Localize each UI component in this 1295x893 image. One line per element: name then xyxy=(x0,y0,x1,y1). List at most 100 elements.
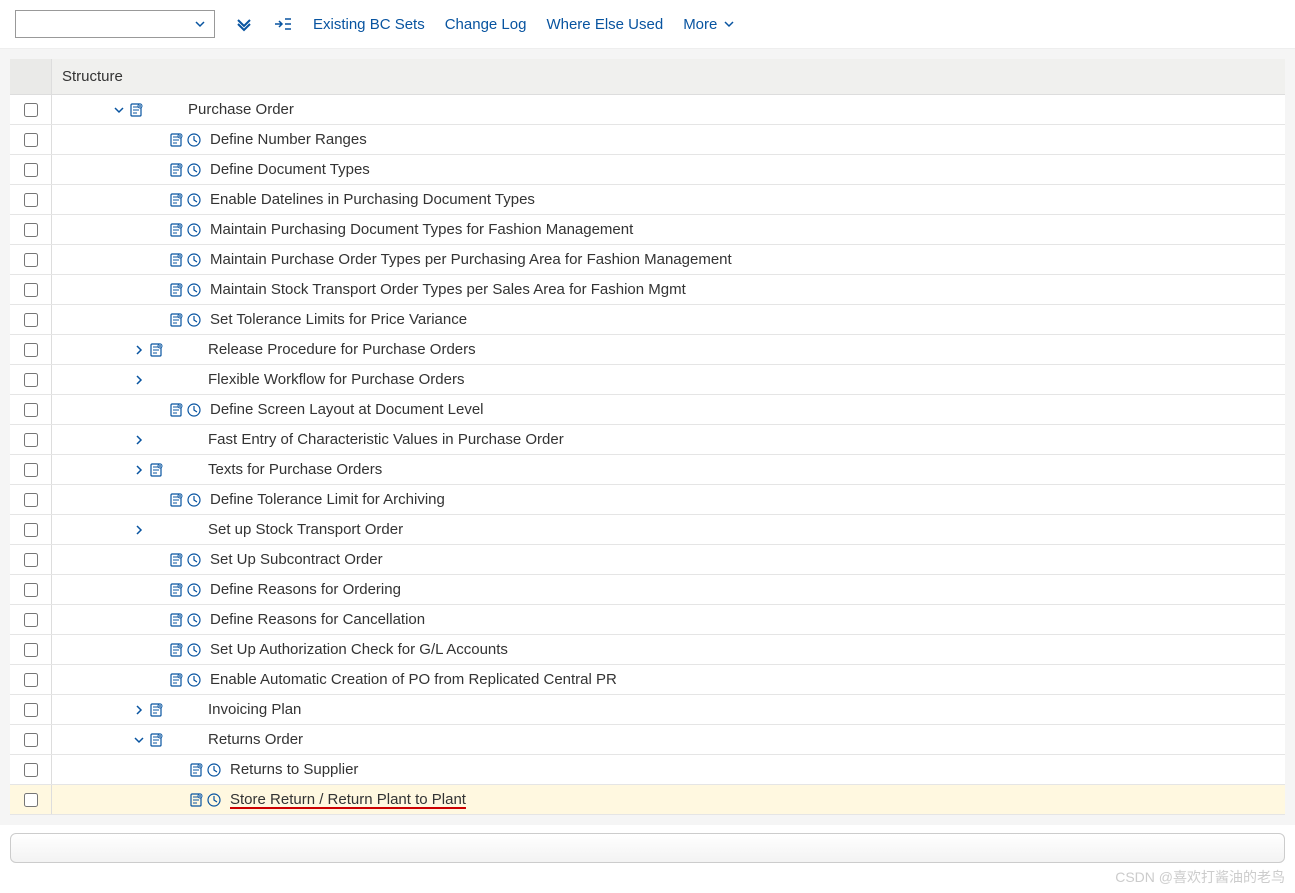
expand-all-icon[interactable] xyxy=(235,15,253,33)
row-checkbox[interactable] xyxy=(24,763,38,777)
node-label[interactable]: Define Document Types xyxy=(210,161,370,178)
row-checkbox[interactable] xyxy=(24,523,38,537)
tree-row[interactable]: Invoicing Plan xyxy=(10,695,1285,725)
node-label[interactable]: Define Reasons for Ordering xyxy=(210,581,401,598)
row-checkbox[interactable] xyxy=(24,583,38,597)
activity-icon[interactable] xyxy=(206,762,222,778)
node-label[interactable]: Flexible Workflow for Purchase Orders xyxy=(208,371,464,388)
document-icon[interactable] xyxy=(188,762,204,778)
node-label[interactable]: Maintain Purchasing Document Types for F… xyxy=(210,221,633,238)
node-label[interactable]: Enable Automatic Creation of PO from Rep… xyxy=(210,671,617,688)
tree-row[interactable]: Define Reasons for Cancellation xyxy=(10,605,1285,635)
node-label[interactable]: Define Number Ranges xyxy=(210,131,367,148)
node-label[interactable]: Define Screen Layout at Document Level xyxy=(210,401,484,418)
node-label[interactable]: Maintain Purchase Order Types per Purcha… xyxy=(210,251,732,268)
node-label[interactable]: Set Up Authorization Check for G/L Accou… xyxy=(210,641,508,658)
row-checkbox[interactable] xyxy=(24,433,38,447)
activity-icon[interactable] xyxy=(186,252,202,268)
tree-row[interactable]: Set Up Authorization Check for G/L Accou… xyxy=(10,635,1285,665)
row-checkbox[interactable] xyxy=(24,373,38,387)
tree-row[interactable]: Enable Datelines in Purchasing Document … xyxy=(10,185,1285,215)
document-icon[interactable] xyxy=(128,102,144,118)
node-label[interactable]: Fast Entry of Characteristic Values in P… xyxy=(208,431,564,448)
document-icon[interactable] xyxy=(168,162,184,178)
tree-row[interactable]: Define Screen Layout at Document Level xyxy=(10,395,1285,425)
document-icon[interactable] xyxy=(168,582,184,598)
activity-icon[interactable] xyxy=(186,612,202,628)
row-checkbox[interactable] xyxy=(24,463,38,477)
document-icon[interactable] xyxy=(168,612,184,628)
document-icon[interactable] xyxy=(168,312,184,328)
document-icon[interactable] xyxy=(168,492,184,508)
node-label[interactable]: Texts for Purchase Orders xyxy=(208,461,382,478)
activity-icon[interactable] xyxy=(186,672,202,688)
activity-icon[interactable] xyxy=(186,162,202,178)
row-checkbox[interactable] xyxy=(24,493,38,507)
document-icon[interactable] xyxy=(168,642,184,658)
node-label[interactable]: Define Reasons for Cancellation xyxy=(210,611,425,628)
row-checkbox[interactable] xyxy=(24,613,38,627)
node-label[interactable]: Enable Datelines in Purchasing Document … xyxy=(210,191,535,208)
row-checkbox[interactable] xyxy=(24,313,38,327)
more-menu[interactable]: More xyxy=(683,16,735,33)
row-checkbox[interactable] xyxy=(24,223,38,237)
node-label[interactable]: Invoicing Plan xyxy=(208,701,301,718)
activity-icon[interactable] xyxy=(186,552,202,568)
activity-icon[interactable] xyxy=(186,192,202,208)
activity-icon[interactable] xyxy=(186,402,202,418)
activity-icon[interactable] xyxy=(186,492,202,508)
document-icon[interactable] xyxy=(168,252,184,268)
row-checkbox[interactable] xyxy=(24,793,38,807)
row-checkbox[interactable] xyxy=(24,133,38,147)
row-checkbox[interactable] xyxy=(24,643,38,657)
tree-row[interactable]: Define Reasons for Ordering xyxy=(10,575,1285,605)
document-icon[interactable] xyxy=(148,732,164,748)
document-icon[interactable] xyxy=(148,342,164,358)
tree-row[interactable]: Purchase Order xyxy=(10,95,1285,125)
node-label[interactable]: Release Procedure for Purchase Orders xyxy=(208,341,476,358)
node-label[interactable]: Store Return / Return Plant to Plant xyxy=(230,791,466,808)
document-icon[interactable] xyxy=(168,132,184,148)
tree-row[interactable]: Returns to Supplier xyxy=(10,755,1285,785)
node-label[interactable]: Set Tolerance Limits for Price Variance xyxy=(210,311,467,328)
activity-icon[interactable] xyxy=(186,132,202,148)
node-label[interactable]: Define Tolerance Limit for Archiving xyxy=(210,491,445,508)
tree-row[interactable]: Maintain Purchasing Document Types for F… xyxy=(10,215,1285,245)
document-icon[interactable] xyxy=(168,402,184,418)
node-label[interactable]: Maintain Stock Transport Order Types per… xyxy=(210,281,686,298)
change-log-link[interactable]: Change Log xyxy=(445,16,527,33)
structure-column-header[interactable]: Structure xyxy=(52,68,123,85)
expand-icon[interactable] xyxy=(132,343,146,357)
tree-row[interactable]: Flexible Workflow for Purchase Orders xyxy=(10,365,1285,395)
node-label[interactable]: Purchase Order xyxy=(188,101,294,118)
row-checkbox[interactable] xyxy=(24,193,38,207)
activity-icon[interactable] xyxy=(186,312,202,328)
row-checkbox[interactable] xyxy=(24,403,38,417)
activity-icon[interactable] xyxy=(186,642,202,658)
tree-row[interactable]: Returns Order xyxy=(10,725,1285,755)
document-icon[interactable] xyxy=(188,792,204,808)
node-label[interactable]: Set up Stock Transport Order xyxy=(208,521,403,538)
collapse-icon[interactable] xyxy=(112,103,126,117)
document-icon[interactable] xyxy=(148,462,164,478)
row-checkbox[interactable] xyxy=(24,553,38,567)
collapse-icon[interactable] xyxy=(132,733,146,747)
node-label[interactable]: Set Up Subcontract Order xyxy=(210,551,383,568)
node-label[interactable]: Returns to Supplier xyxy=(230,761,358,778)
activity-icon[interactable] xyxy=(186,582,202,598)
expand-icon[interactable] xyxy=(132,463,146,477)
tree-row[interactable]: Fast Entry of Characteristic Values in P… xyxy=(10,425,1285,455)
document-icon[interactable] xyxy=(168,552,184,568)
tree-row[interactable]: Define Document Types xyxy=(10,155,1285,185)
row-checkbox[interactable] xyxy=(24,163,38,177)
row-checkbox[interactable] xyxy=(24,283,38,297)
activity-icon[interactable] xyxy=(206,792,222,808)
activity-icon[interactable] xyxy=(186,282,202,298)
node-label[interactable]: Returns Order xyxy=(208,731,303,748)
document-icon[interactable] xyxy=(168,192,184,208)
row-checkbox[interactable] xyxy=(24,703,38,717)
expand-icon[interactable] xyxy=(132,703,146,717)
tree-row[interactable]: Store Return / Return Plant to Plant xyxy=(10,785,1285,815)
expand-icon[interactable] xyxy=(132,523,146,537)
tree-row[interactable]: Maintain Stock Transport Order Types per… xyxy=(10,275,1285,305)
